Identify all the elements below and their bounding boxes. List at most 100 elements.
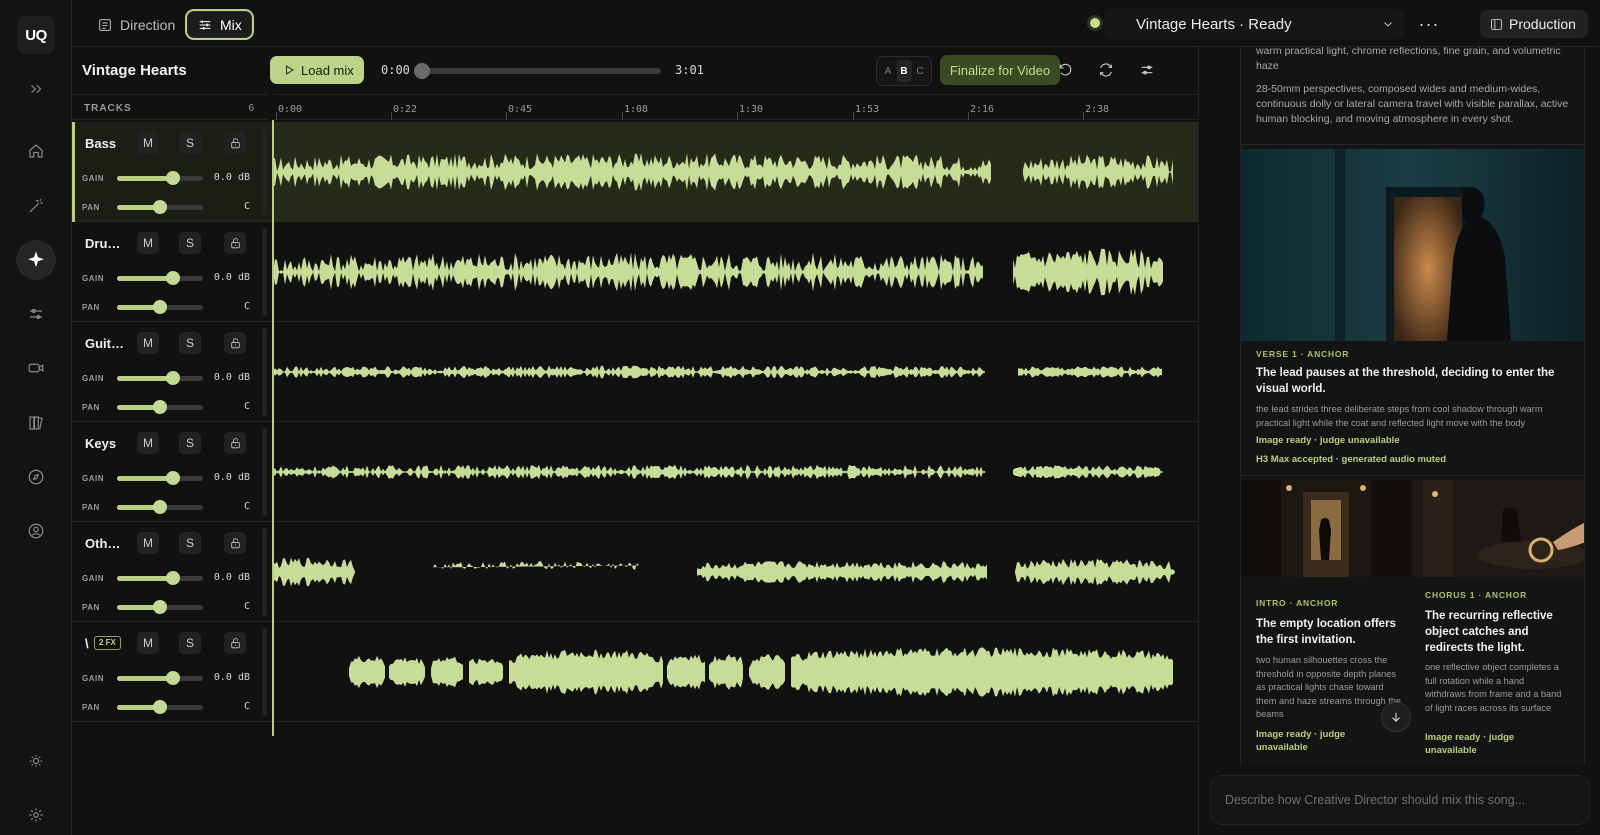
library-icon[interactable] [16,403,56,443]
compare-c-button[interactable]: C [913,60,928,82]
waveform-lane[interactable] [273,122,1198,222]
gain-slider[interactable] [117,271,203,285]
track-scrollbar[interactable] [262,328,267,416]
pan-slider[interactable] [117,300,203,314]
gain-slider[interactable] [117,671,203,685]
sun-icon[interactable] [16,741,56,781]
verse-shot-image[interactable] [1241,149,1584,341]
gain-slider[interactable] [117,371,203,385]
tab-mix[interactable]: Mix [185,9,254,40]
pane-divider[interactable] [1198,47,1199,835]
track-row[interactable]: Dru… M S GAIN 0.0 dB PAN C [72,222,1198,322]
solo-button[interactable]: S [179,232,201,254]
compare-a-button[interactable]: A [881,60,896,82]
solo-button[interactable]: S [179,632,201,654]
waveform-lane[interactable] [273,222,1198,322]
mute-button[interactable]: M [137,432,159,454]
production-button[interactable]: Production [1480,10,1588,38]
gear-icon[interactable] [16,795,56,835]
load-mix-button[interactable]: Load mix [270,56,364,84]
gain-knob[interactable] [165,671,180,685]
lock-button[interactable] [224,632,246,654]
project-select[interactable]: Vintage Hearts · Ready [1104,9,1404,39]
solo-button[interactable]: S [179,432,201,454]
track-scrollbar[interactable] [262,428,267,516]
track-row[interactable]: Oth… M S GAIN 0.0 dB PAN C [72,522,1198,622]
playback-scrubber[interactable] [414,63,661,79]
chorus-shot-image[interactable] [1413,480,1584,577]
track-name[interactable]: Keys [85,436,135,451]
pan-slider[interactable] [117,500,203,514]
mute-button[interactable]: M [137,132,159,154]
expand-icon[interactable] [16,69,56,109]
pan-knob[interactable] [153,700,167,714]
compass-icon[interactable] [16,457,56,497]
lock-button[interactable] [224,132,246,154]
sparkle-icon[interactable] [16,240,56,280]
track-row[interactable]: Guit… M S GAIN 0.0 dB PAN C [72,322,1198,422]
finalize-button[interactable]: Finalize for Video [940,55,1060,85]
home-icon[interactable] [16,131,56,171]
track-row[interactable]: Bass M S GAIN 0.0 dB PAN C [72,122,1198,222]
pan-slider[interactable] [117,700,203,714]
gain-slider[interactable] [117,571,203,585]
magic-wand-icon[interactable] [16,186,56,226]
track-scrollbar[interactable] [262,528,267,616]
gain-slider[interactable] [117,471,203,485]
sliders-icon[interactable] [16,294,56,334]
mute-button[interactable]: M [137,232,159,254]
compare-b-button[interactable]: B [896,60,912,82]
gain-knob[interactable] [165,371,180,385]
pan-knob[interactable] [153,200,167,214]
timeline-ruler[interactable]: 0:00 0:22 0:45 1:08 1:30 1:53 2:16 2:38 [273,94,1198,120]
track-name[interactable]: Dru… [85,236,135,251]
solo-button[interactable]: S [179,532,201,554]
lock-button[interactable] [224,232,246,254]
solo-button[interactable]: S [179,132,201,154]
solo-button[interactable]: S [179,332,201,354]
gain-knob[interactable] [165,571,180,585]
app-logo[interactable]: UQ [17,16,55,54]
track-row[interactable]: \ 2 FX M S GAIN 0.0 dB PAN C [72,622,1198,722]
track-scrollbar[interactable] [262,128,267,216]
track-name[interactable]: Oth… [85,536,135,551]
mute-button[interactable]: M [137,532,159,554]
intro-shot-image[interactable] [1241,480,1411,577]
pan-slider[interactable] [117,400,203,414]
lock-button[interactable] [224,532,246,554]
pan-knob[interactable] [153,400,167,414]
scrubber-handle[interactable] [414,63,430,79]
gain-knob[interactable] [165,471,180,485]
track-scrollbar[interactable] [262,628,267,716]
track-scrollbar[interactable] [262,228,267,316]
gain-knob[interactable] [165,171,180,185]
pan-slider[interactable] [117,200,203,214]
prompt-input[interactable] [1225,790,1575,810]
scroll-down-button[interactable] [1381,702,1411,732]
lock-button[interactable] [224,432,246,454]
tab-direction[interactable]: Direction [87,9,185,40]
mute-button[interactable]: M [137,632,159,654]
playhead[interactable] [272,120,274,736]
pan-knob[interactable] [153,300,167,314]
track-name[interactable]: Bass [85,136,135,151]
user-icon[interactable] [16,511,56,551]
undo-icon[interactable] [1054,59,1076,81]
lock-button[interactable] [224,332,246,354]
video-icon[interactable] [16,348,56,388]
waveform-lane[interactable] [273,422,1198,522]
waveform-lane[interactable] [273,322,1198,422]
waveform-lane[interactable] [273,522,1198,622]
gain-slider[interactable] [117,171,203,185]
mute-button[interactable]: M [137,332,159,354]
pan-knob[interactable] [153,500,167,514]
fx-badge[interactable]: 2 FX [94,636,121,650]
track-row[interactable]: Keys M S GAIN 0.0 dB PAN C [72,422,1198,522]
settings-sliders-icon[interactable] [1136,59,1158,81]
track-name[interactable]: Guit… [85,336,135,351]
more-button[interactable]: ··· [1414,9,1444,39]
refresh-icon[interactable] [1095,59,1117,81]
pan-slider[interactable] [117,600,203,614]
waveform-lane[interactable] [273,622,1198,722]
pan-knob[interactable] [153,600,167,614]
